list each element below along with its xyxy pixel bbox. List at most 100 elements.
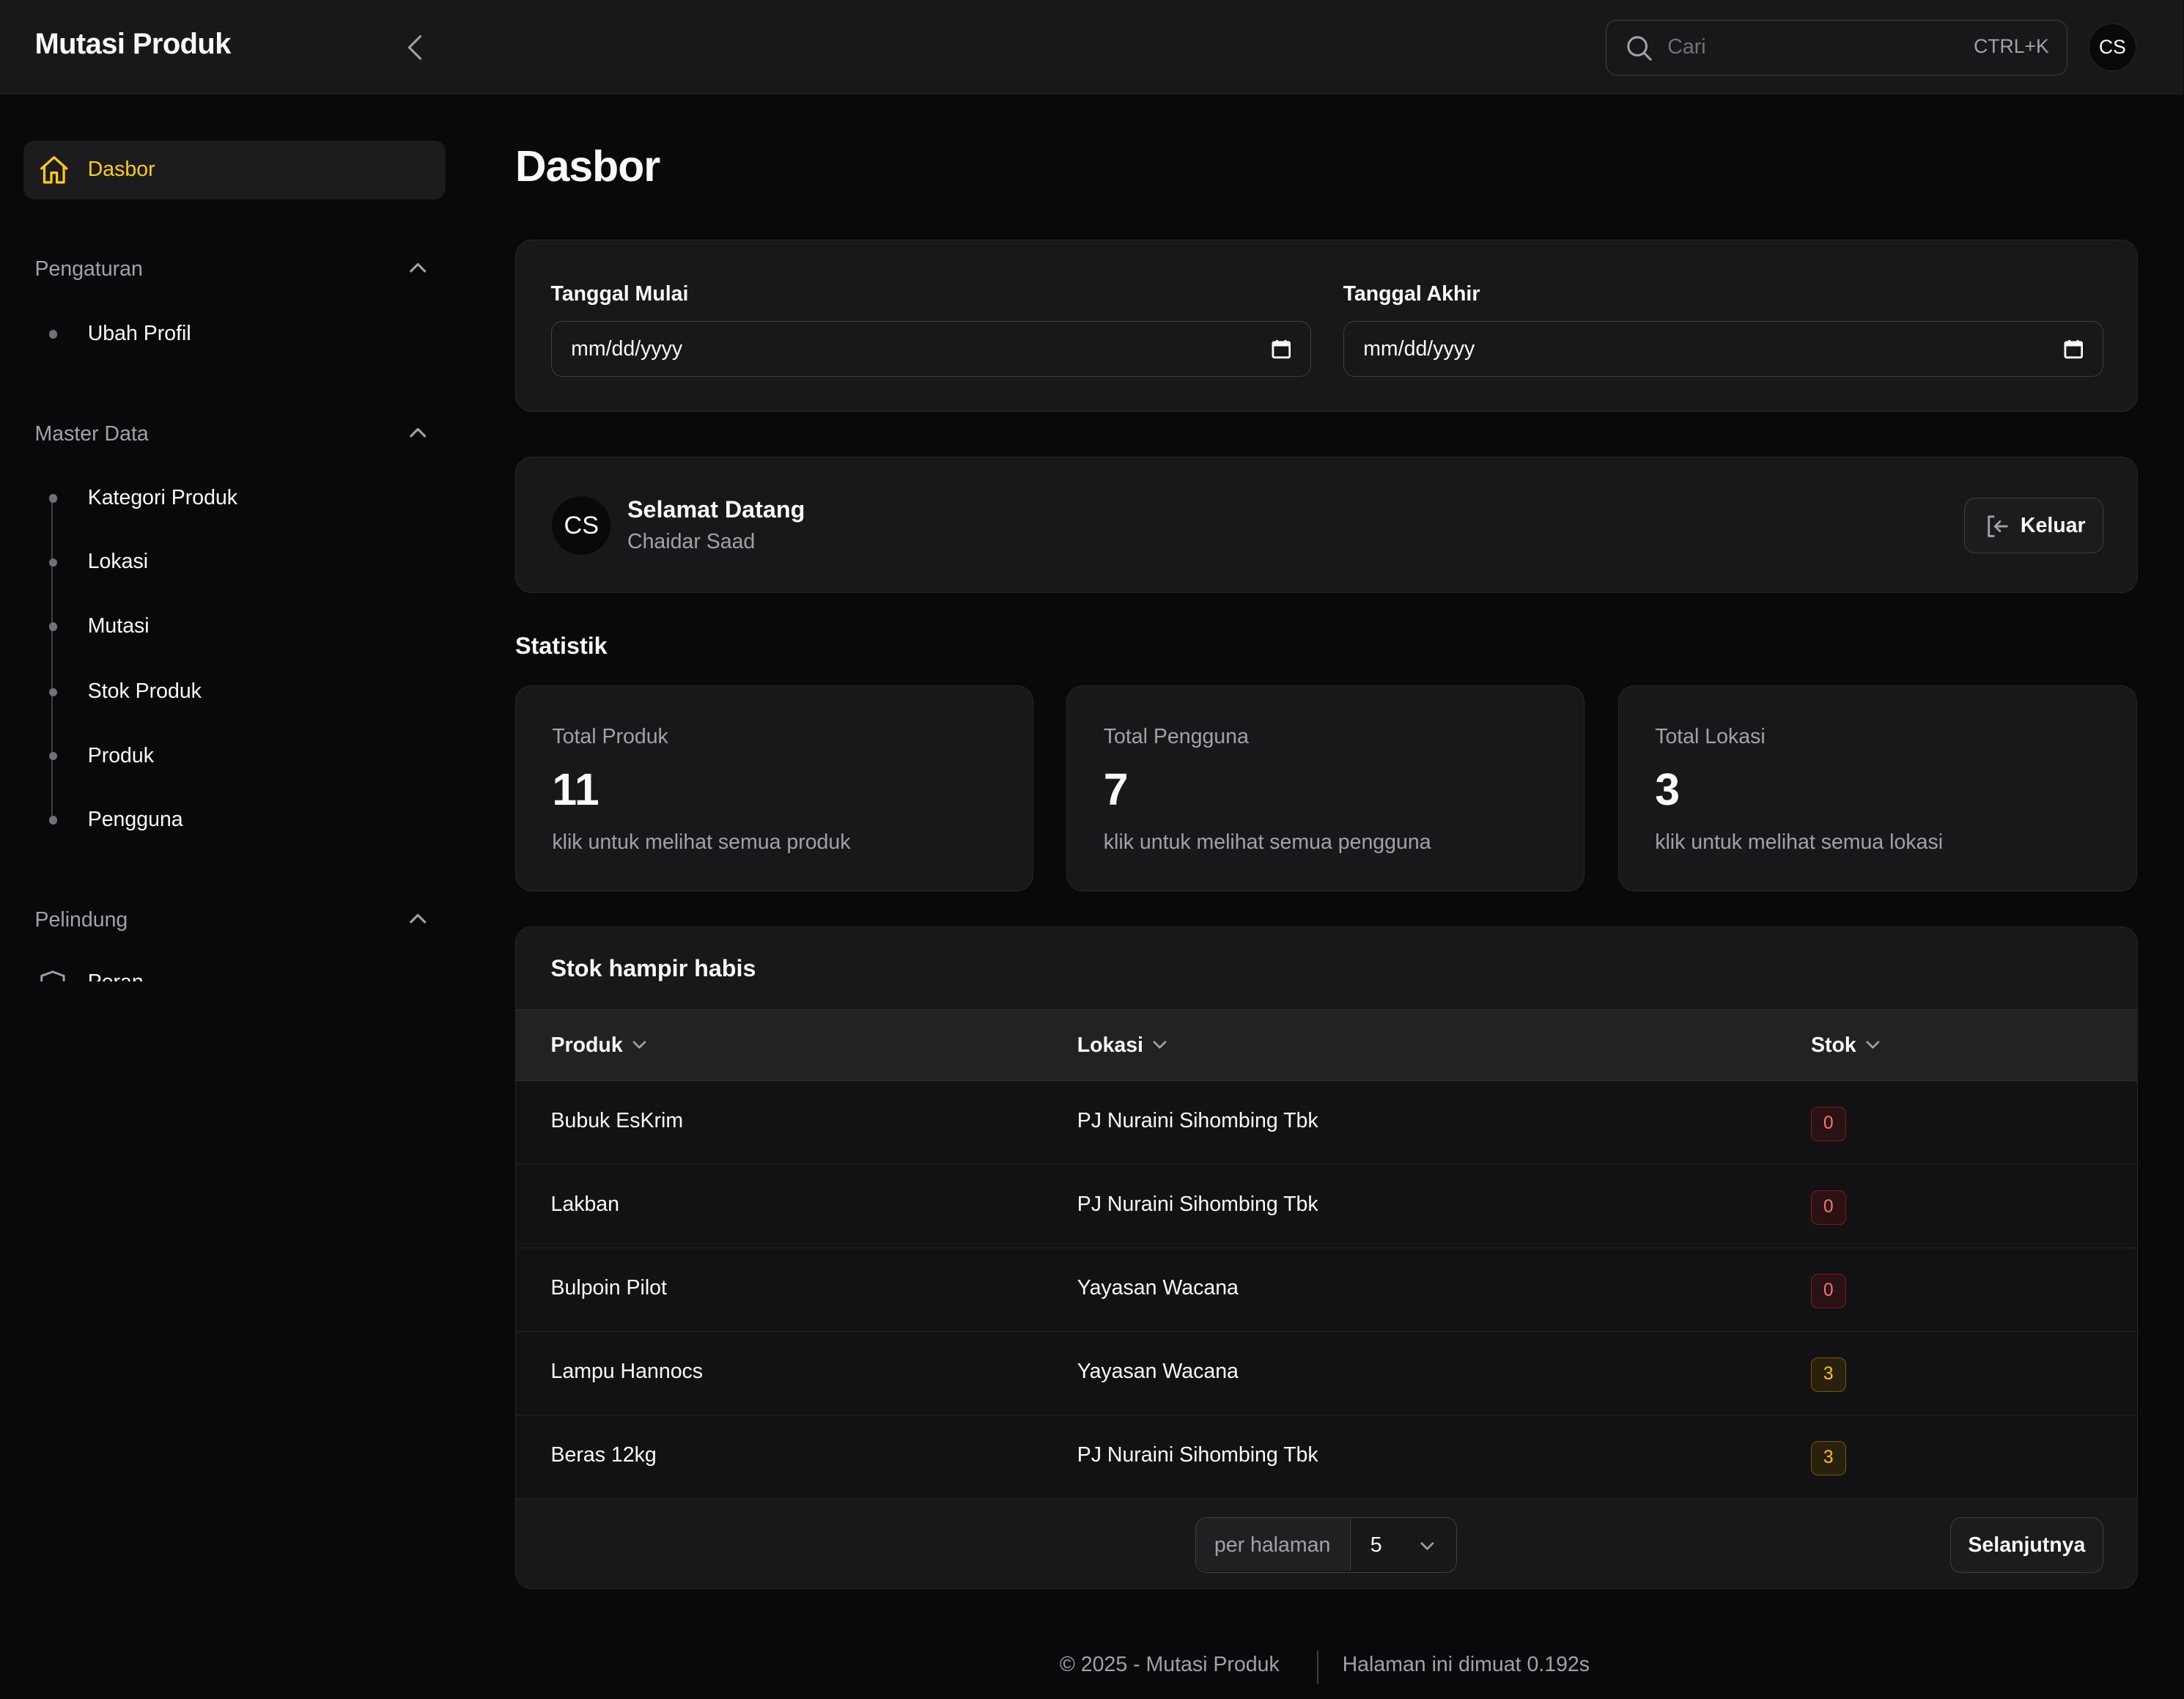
bullet-dot <box>48 816 57 825</box>
cell-produk: Bubuk EsKrim <box>550 1109 684 1133</box>
stat-description: klik untuk melihat semua pengguna <box>1103 830 1431 855</box>
logout-button[interactable]: Keluar <box>1963 498 2103 554</box>
sidebar-item-pengguna[interactable]: Pengguna <box>88 808 183 832</box>
start-date-input[interactable]: mm/dd/yyyy <box>550 320 1311 377</box>
stat-card-lokasi[interactable]: Total Lokasi 3 klik untuk melihat semua … <box>1617 685 2138 891</box>
end-date-label: Tanggal Akhir <box>1343 281 1480 306</box>
column-header-produk[interactable]: Produk <box>551 1033 648 1058</box>
cell-produk: Lampu Hannocs <box>550 1360 704 1384</box>
stats-heading: Statistik <box>515 632 608 659</box>
date-filter-card: Tanggal Mulai mm/dd/yyyy Tanggal Akhir m… <box>515 239 2138 413</box>
stock-badge: 0 <box>1811 1273 1846 1309</box>
low-stock-title: Stok hampir habis <box>550 954 756 981</box>
stock-badge: 0 <box>1811 1106 1846 1142</box>
search-icon <box>1627 35 1653 61</box>
search-shortcut: CTRL+K <box>1974 35 2049 58</box>
stat-label: Total Pengguna <box>1103 724 1249 748</box>
table-header: Produk Lokasi Stok <box>516 1009 2137 1082</box>
per-page-select[interactable]: per halaman 5 <box>1195 1517 1458 1574</box>
sidebar: Dasbor Pengaturan Ubah Profil Master Dat… <box>0 96 468 987</box>
calendar-icon[interactable] <box>1272 339 1291 360</box>
table-row[interactable]: Lampu Hannocs Yayasan Wacana 3 <box>516 1332 2137 1416</box>
bullet-dot <box>48 622 57 631</box>
stock-badge: 3 <box>1811 1440 1846 1476</box>
page-title: Dasbor <box>515 142 660 191</box>
sidebar-group-pengaturan[interactable]: Pengaturan <box>35 257 143 281</box>
start-date-value: mm/dd/yyyy <box>571 336 683 361</box>
bullet-dot <box>48 558 57 567</box>
welcome-card: CS Selamat Datang Chaidar Saad Keluar <box>515 457 2138 594</box>
stat-value: 11 <box>552 764 600 815</box>
shield-icon <box>40 970 65 982</box>
bullet-dot <box>48 330 57 339</box>
cell-lokasi: Yayasan Wacana <box>1077 1360 1239 1384</box>
app-title[interactable]: Mutasi Produk <box>35 28 232 61</box>
table-row[interactable]: Bubuk EsKrim PJ Nuraini Sihombing Tbk 0 <box>516 1081 2137 1165</box>
cell-lokasi: PJ Nuraini Sihombing Tbk <box>1077 1443 1318 1467</box>
per-page-label: per halaman <box>1196 1518 1351 1571</box>
column-header-stok[interactable]: Stok <box>1811 1033 1881 1058</box>
footer-load-time: Halaman ini dimuat 0.192s <box>1342 1653 1590 1677</box>
home-icon <box>40 156 68 184</box>
sidebar-item-ubah-profil[interactable]: Ubah Profil <box>88 322 191 346</box>
sidebar-item-peran[interactable]: Peran <box>88 970 144 981</box>
sidebar-item-label: Dasbor <box>87 157 155 181</box>
collapse-sidebar-button[interactable] <box>401 31 432 65</box>
stock-badge: 0 <box>1811 1190 1846 1226</box>
cell-produk: Lakban <box>550 1193 620 1217</box>
stat-description: klik untuk melihat semua produk <box>552 830 851 855</box>
end-date-input[interactable]: mm/dd/yyyy <box>1343 320 2103 377</box>
sidebar-item-stok-produk[interactable]: Stok Produk <box>88 679 202 704</box>
sidebar-item-dasbor[interactable]: Dasbor <box>23 140 446 199</box>
cell-lokasi: PJ Nuraini Sihombing Tbk <box>1077 1193 1318 1217</box>
sidebar-item-kategori-produk[interactable]: Kategori Produk <box>88 486 237 510</box>
stat-value: 3 <box>1655 764 1680 815</box>
logout-icon <box>1987 515 2008 537</box>
chevron-down-icon <box>632 1041 646 1049</box>
stat-value: 7 <box>1103 764 1129 815</box>
sidebar-item-mutasi[interactable]: Mutasi <box>88 614 150 638</box>
table-row[interactable]: Lakban PJ Nuraini Sihombing Tbk 0 <box>516 1165 2137 1249</box>
sidebar-item-lokasi[interactable]: Lokasi <box>88 550 148 574</box>
stat-card-produk[interactable]: Total Produk 11 klik untuk melihat semua… <box>515 685 1033 891</box>
top-bar: Mutasi Produk Cari CTRL+K CS <box>0 0 2184 95</box>
start-date-label: Tanggal Mulai <box>550 281 689 306</box>
user-avatar[interactable]: CS <box>2089 23 2136 71</box>
stat-card-pengguna[interactable]: Total Pengguna 7 klik untuk melihat semu… <box>1066 685 1585 891</box>
next-page-button[interactable]: Selanjutnya <box>1949 1517 2103 1574</box>
low-stock-card: Stok hampir habis Produk Lokasi Stok Bub… <box>515 926 2138 1589</box>
chevron-down-icon <box>1420 1541 1434 1550</box>
bullet-dot <box>48 494 57 503</box>
welcome-user-name: Chaidar Saad <box>627 529 756 553</box>
cell-lokasi: PJ Nuraini Sihombing Tbk <box>1077 1109 1318 1133</box>
footer-copyright: © 2025 - Mutasi Produk <box>1059 1653 1280 1677</box>
footer-divider <box>1317 1650 1319 1684</box>
welcome-avatar: CS <box>552 496 611 556</box>
chevron-up-icon[interactable] <box>407 422 429 444</box>
chevron-up-icon[interactable] <box>407 908 429 930</box>
welcome-greeting: Selamat Datang <box>627 496 805 523</box>
sidebar-item-produk[interactable]: Produk <box>88 744 154 768</box>
calendar-icon[interactable] <box>2064 339 2084 360</box>
per-page-value: 5 <box>1370 1533 1382 1557</box>
bullet-dot <box>48 751 57 761</box>
end-date-value: mm/dd/yyyy <box>1363 336 1475 361</box>
search-box[interactable]: Cari CTRL+K <box>1605 19 2068 75</box>
stock-badge: 3 <box>1811 1357 1846 1393</box>
chevron-up-icon[interactable] <box>407 257 429 279</box>
sidebar-group-pelindung[interactable]: Pelindung <box>35 908 128 932</box>
sidebar-group-master-data[interactable]: Master Data <box>35 422 149 446</box>
cell-produk: Beras 12kg <box>550 1443 657 1467</box>
chevron-down-icon <box>1866 1041 1880 1049</box>
stat-description: klik untuk melihat semua lokasi <box>1655 830 1944 855</box>
search-placeholder: Cari <box>1667 35 1706 59</box>
table-row[interactable]: Bulpoin Pilot Yayasan Wacana 0 <box>516 1248 2137 1333</box>
table-row[interactable]: Beras 12kg PJ Nuraini Sihombing Tbk 3 <box>516 1415 2137 1500</box>
cell-produk: Bulpoin Pilot <box>550 1276 667 1300</box>
chevron-down-icon <box>1153 1041 1167 1049</box>
column-header-lokasi[interactable]: Lokasi <box>1077 1033 1168 1058</box>
stat-label: Total Produk <box>552 724 668 748</box>
cell-lokasi: Yayasan Wacana <box>1077 1276 1239 1300</box>
sidebar-scroll-clip: Peran <box>0 959 468 982</box>
logout-label: Keluar <box>2020 514 2086 538</box>
